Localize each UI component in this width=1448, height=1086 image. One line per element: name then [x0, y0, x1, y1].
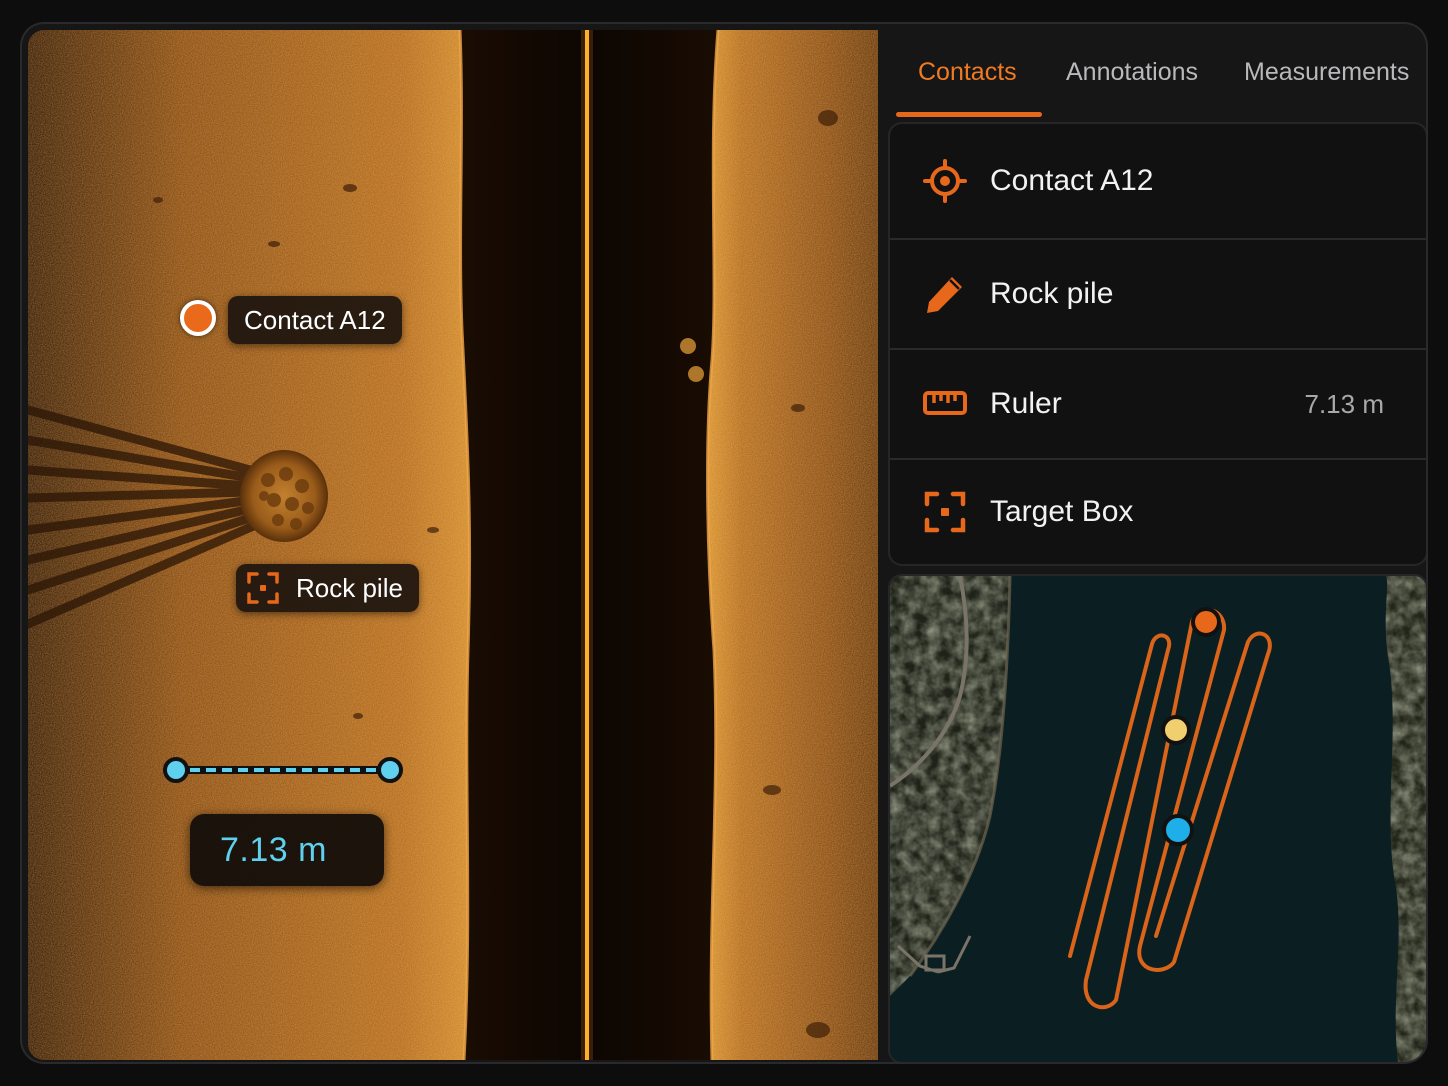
tab-measurements[interactable]: Measurements	[1244, 58, 1409, 87]
survey-minimap[interactable]	[888, 574, 1426, 1062]
list-item-name: Contact A12	[990, 164, 1154, 197]
contact-marker[interactable]	[180, 300, 216, 336]
tab-bar: Contacts Annotations Measurements	[892, 30, 1426, 120]
track-marker-top	[1191, 607, 1221, 637]
ruler-start-handle[interactable]	[163, 757, 189, 783]
tab-annotations[interactable]: Annotations	[1066, 58, 1198, 87]
ruler-measurement-line[interactable]	[158, 750, 418, 790]
contact-label-text: Contact A12	[244, 304, 386, 335]
list-item-name: Rock pile	[990, 277, 1114, 310]
list-item-rock-pile[interactable]: Rock pile	[890, 240, 1426, 348]
contact-label[interactable]: Contact A12	[228, 296, 402, 344]
ruler-readout: 7.13 m	[190, 814, 384, 886]
track-marker-mid	[1161, 715, 1191, 745]
satellite-map	[890, 576, 1426, 1062]
target-box-icon	[924, 491, 966, 533]
ruler-icon	[923, 391, 967, 415]
list-item-contact-a12[interactable]: Contact A12	[890, 124, 1426, 238]
rock-pile-label[interactable]: Rock pile	[236, 564, 419, 612]
list-item-name: Ruler	[990, 387, 1062, 420]
track-marker-vessel	[1162, 814, 1194, 846]
ruler-end-handle[interactable]	[377, 757, 403, 783]
crosshair-icon	[923, 159, 967, 203]
sonar-waterfall-view[interactable]: Contact A12 Rock pile 7.13 m	[28, 30, 878, 1060]
list-item-target-box[interactable]: Target Box	[890, 460, 1426, 564]
ruler-value: 7.13 m	[1304, 388, 1385, 419]
tab-contacts[interactable]: Contacts	[918, 58, 1017, 87]
contacts-list: Contact A12 Rock pile Ruler 7.13 m Targe…	[888, 122, 1426, 566]
list-item-name: Target Box	[990, 495, 1134, 528]
rock-pile-label-text: Rock pile	[296, 572, 403, 603]
target-box-icon	[247, 572, 279, 604]
sonar-imagery	[28, 30, 878, 1060]
list-item-ruler[interactable]: Ruler 7.13 m	[890, 350, 1426, 458]
active-tab-indicator	[896, 112, 1042, 117]
sonar-review-window: Contact A12 Rock pile 7.13 m Contacts An…	[22, 24, 1426, 1062]
pencil-icon	[927, 277, 962, 313]
